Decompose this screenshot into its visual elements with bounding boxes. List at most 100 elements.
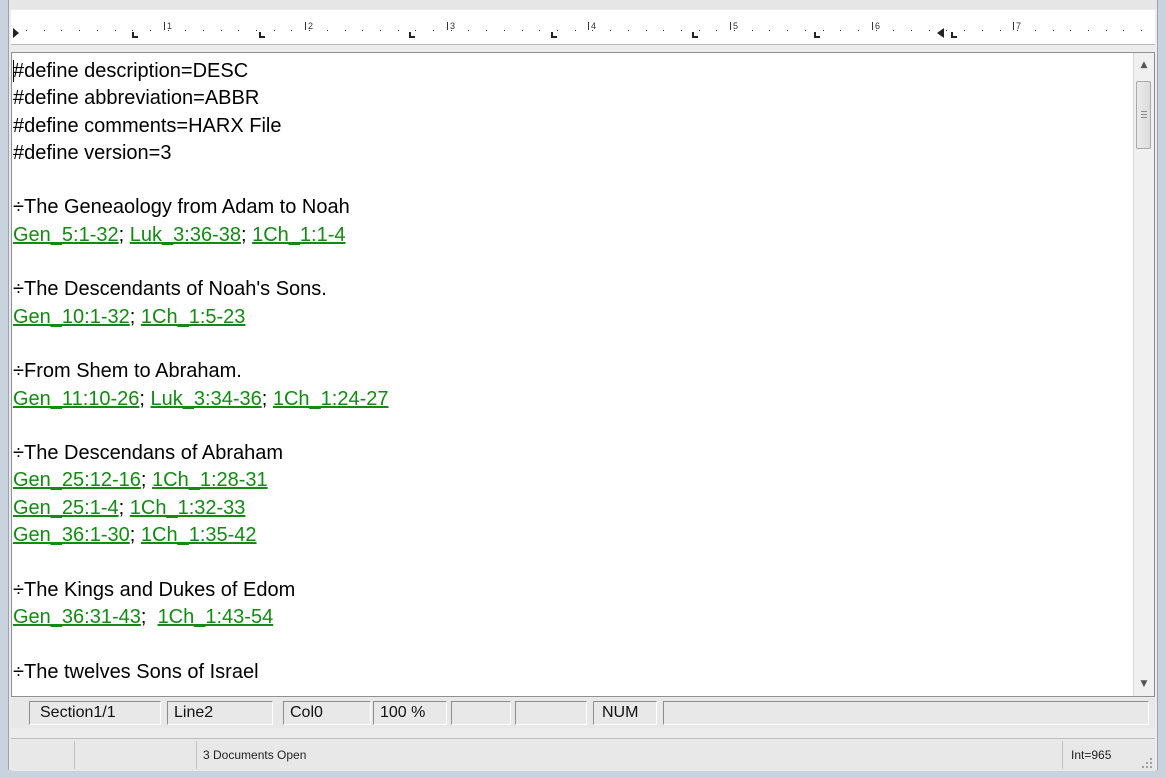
scrollbar-thumb[interactable] [1136,81,1151,149]
ruler-tick [982,30,983,31]
left-indent-marker-icon[interactable] [13,28,19,38]
tab-stop-icon[interactable] [692,32,698,38]
documents-open-status: 3 Documents Open [203,741,1063,769]
blank-line[interactable] [12,631,1120,658]
text-line[interactable]: #define abbreviation=ABBR [12,85,1120,112]
scripture-reference-link[interactable]: 1Ch_1:24-27 [273,388,389,410]
ruler-tick [433,30,434,31]
reference-line[interactable]: Gen_5:1-32; Luk_3:36-38; 1Ch_1:1-4 [12,222,1120,249]
reference-separator: ; [139,387,151,410]
ruler-tick [221,30,222,31]
ruler-tick [398,30,399,31]
scripture-reference-link[interactable]: Gen_36:31-43 [13,606,141,628]
scripture-reference-link[interactable]: 1Ch_1:43-54 [158,606,274,628]
ruler-tick [1070,30,1071,31]
scripture-reference-link[interactable]: Gen_25:1-4 [13,497,119,519]
ruler-tick [1035,30,1036,31]
scripture-reference-link[interactable]: Gen_11:10-26 [13,388,139,410]
tab-stop-icon[interactable] [409,32,415,38]
ruler-tick [946,30,947,31]
reference-separator: ; [140,605,158,628]
scripture-reference-link[interactable]: Gen_25:12-16 [13,469,141,491]
scripture-reference-link[interactable]: Gen_36:1-30 [13,524,130,546]
blank-line[interactable] [12,549,1120,576]
scripture-reference-link[interactable]: 1Ch_1:5-23 [141,306,246,328]
ruler-tick [1053,30,1054,31]
ruler-tick [468,30,469,31]
ruler-tick [256,30,257,31]
ruler-tick [522,30,523,31]
ruler-tick [26,30,27,31]
text-line[interactable]: ÷The Descendants of Noah's Sons. [12,276,1120,303]
ruler-tick [274,30,275,31]
reference-separator: ; [129,305,141,328]
ruler-number: 6 [871,21,881,31]
ruler-number: 4 [587,21,597,31]
scripture-reference-link[interactable]: Gen_5:1-32 [13,224,119,246]
scripture-reference-link[interactable]: Gen_10:1-32 [13,306,130,328]
scripture-reference-link[interactable]: 1Ch_1:32-33 [130,497,246,519]
tab-stop-icon[interactable] [551,32,557,38]
text-line[interactable]: ÷The Kings and Dukes of Edom [12,577,1120,604]
ruler[interactable]: 1 2 3 4 5 6 7 [11,10,1155,45]
blank-line[interactable] [12,331,1120,358]
status-panel-empty-3 [663,701,1149,725]
column-indicator: Col0 [283,701,371,725]
right-indent-marker-icon[interactable] [937,28,944,38]
scripture-reference-link[interactable]: Luk_3:36-38 [130,224,241,246]
ruler-tick [911,30,912,31]
ruler-tick [769,30,770,31]
text-line[interactable]: ÷The twelves Sons of Israel [12,659,1120,686]
text-cursor [13,60,14,82]
tab-stop-icon[interactable] [951,32,957,38]
text-line[interactable]: #define description=DESC [12,58,1120,85]
ruler-tick [575,30,576,31]
resize-grip-icon[interactable] [1141,757,1153,769]
reference-line[interactable]: Gen_36:1-30; 1Ch_1:35-42 [12,522,1120,549]
tab-stop-icon[interactable] [132,32,138,38]
document-content[interactable]: #define description=DESC #define abbrevia… [12,58,1120,686]
vertical-scrollbar[interactable]: ▲ ▼ [1133,53,1154,696]
ruler-tick [203,30,204,31]
ruler-number: 3 [446,21,456,31]
ruler-tick [752,30,753,31]
scripture-reference-link[interactable]: 1Ch_1:1-4 [252,224,345,246]
ruler-tick [345,30,346,31]
scroll-up-icon[interactable]: ▲ [1134,55,1154,75]
ruler-tick [1088,30,1089,31]
reference-line[interactable]: Gen_25:12-16; 1Ch_1:28-31 [12,467,1120,494]
blank-line[interactable] [12,167,1120,194]
status-panel-empty-2 [515,701,587,725]
scripture-reference-link[interactable]: Luk_3:34-36 [151,388,262,410]
reference-line[interactable]: Gen_10:1-32; 1Ch_1:5-23 [12,304,1120,331]
text-line[interactable]: ÷From Shem to Abraham. [12,358,1120,385]
ruler-number: 1 [163,21,173,31]
scripture-reference-link[interactable]: 1Ch_1:28-31 [152,469,268,491]
text-line[interactable]: #define version=3 [12,140,1120,167]
reference-line[interactable]: Gen_25:1-4; 1Ch_1:32-33 [12,495,1120,522]
zoom-indicator: 100 % [373,701,447,725]
ruler-tick [115,30,116,31]
ruler-tick [716,30,717,31]
ruler-tick [646,30,647,31]
reference-separator: ; [240,223,253,246]
blank-line[interactable] [12,413,1120,440]
section-indicator: Section1/1 [29,701,161,725]
text-line[interactable]: #define comments=HARX File [12,113,1120,140]
reference-line[interactable]: Gen_36:31-43; 1Ch_1:43-54 [12,604,1120,631]
ruler-tick [185,30,186,31]
scripture-reference-link[interactable]: 1Ch_1:35-42 [141,524,257,546]
ruler-tick [1106,30,1107,31]
blank-line[interactable] [12,249,1120,276]
reference-line[interactable]: Gen_11:10-26; Luk_3:34-36; 1Ch_1:24-27 [12,386,1120,413]
tab-stop-icon[interactable] [259,32,265,38]
tab-stop-icon[interactable] [814,32,820,38]
text-line[interactable]: ÷The Descendans of Abraham [12,440,1120,467]
scroll-down-icon[interactable]: ▼ [1134,674,1154,694]
ruler-tick [699,30,700,31]
ruler-tick [539,30,540,31]
text-editor[interactable]: #define description=DESC #define abbrevia… [11,52,1155,697]
text-line[interactable]: ÷The Geneaology from Adam to Noah [12,194,1120,221]
ruler-tick [362,30,363,31]
ruler-tick [504,30,505,31]
